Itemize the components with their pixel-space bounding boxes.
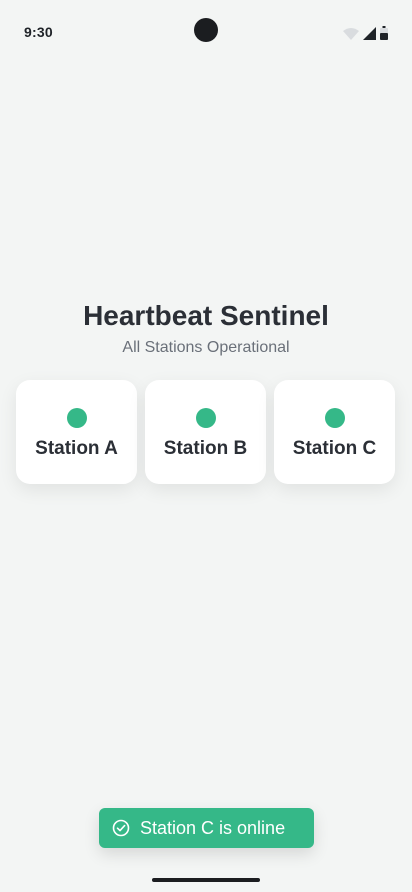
status-icons	[343, 26, 388, 40]
status-dot-icon	[324, 408, 345, 428]
cell-signal-icon	[363, 27, 376, 40]
page-title: Heartbeat Sentinel	[83, 300, 329, 331]
wifi-icon	[343, 28, 359, 40]
toast-notification[interactable]: Station C is online	[99, 808, 314, 848]
battery-icon	[380, 26, 388, 40]
status-bar: 9:30	[0, 0, 412, 64]
station-card-a[interactable]: Station A	[16, 380, 137, 484]
station-card-c[interactable]: Station C	[274, 380, 395, 484]
page-subtitle: All Stations Operational	[122, 339, 290, 356]
station-name: Station B	[163, 438, 248, 459]
status-time: 9:30	[24, 24, 53, 40]
front-camera	[194, 18, 218, 42]
header: Heartbeat Sentinel All Stations Operatio…	[0, 298, 412, 358]
station-name: Station C	[292, 438, 377, 459]
status-dot-icon	[195, 408, 216, 428]
home-indicator[interactable]	[152, 878, 260, 882]
toast-message: Station C is online	[140, 817, 286, 838]
station-name: Station A	[35, 438, 118, 459]
check-circle-icon	[112, 819, 130, 837]
station-list: Station A Station B Station C	[16, 380, 396, 484]
station-card-b[interactable]: Station B	[145, 380, 266, 484]
status-dot-icon	[66, 408, 87, 428]
